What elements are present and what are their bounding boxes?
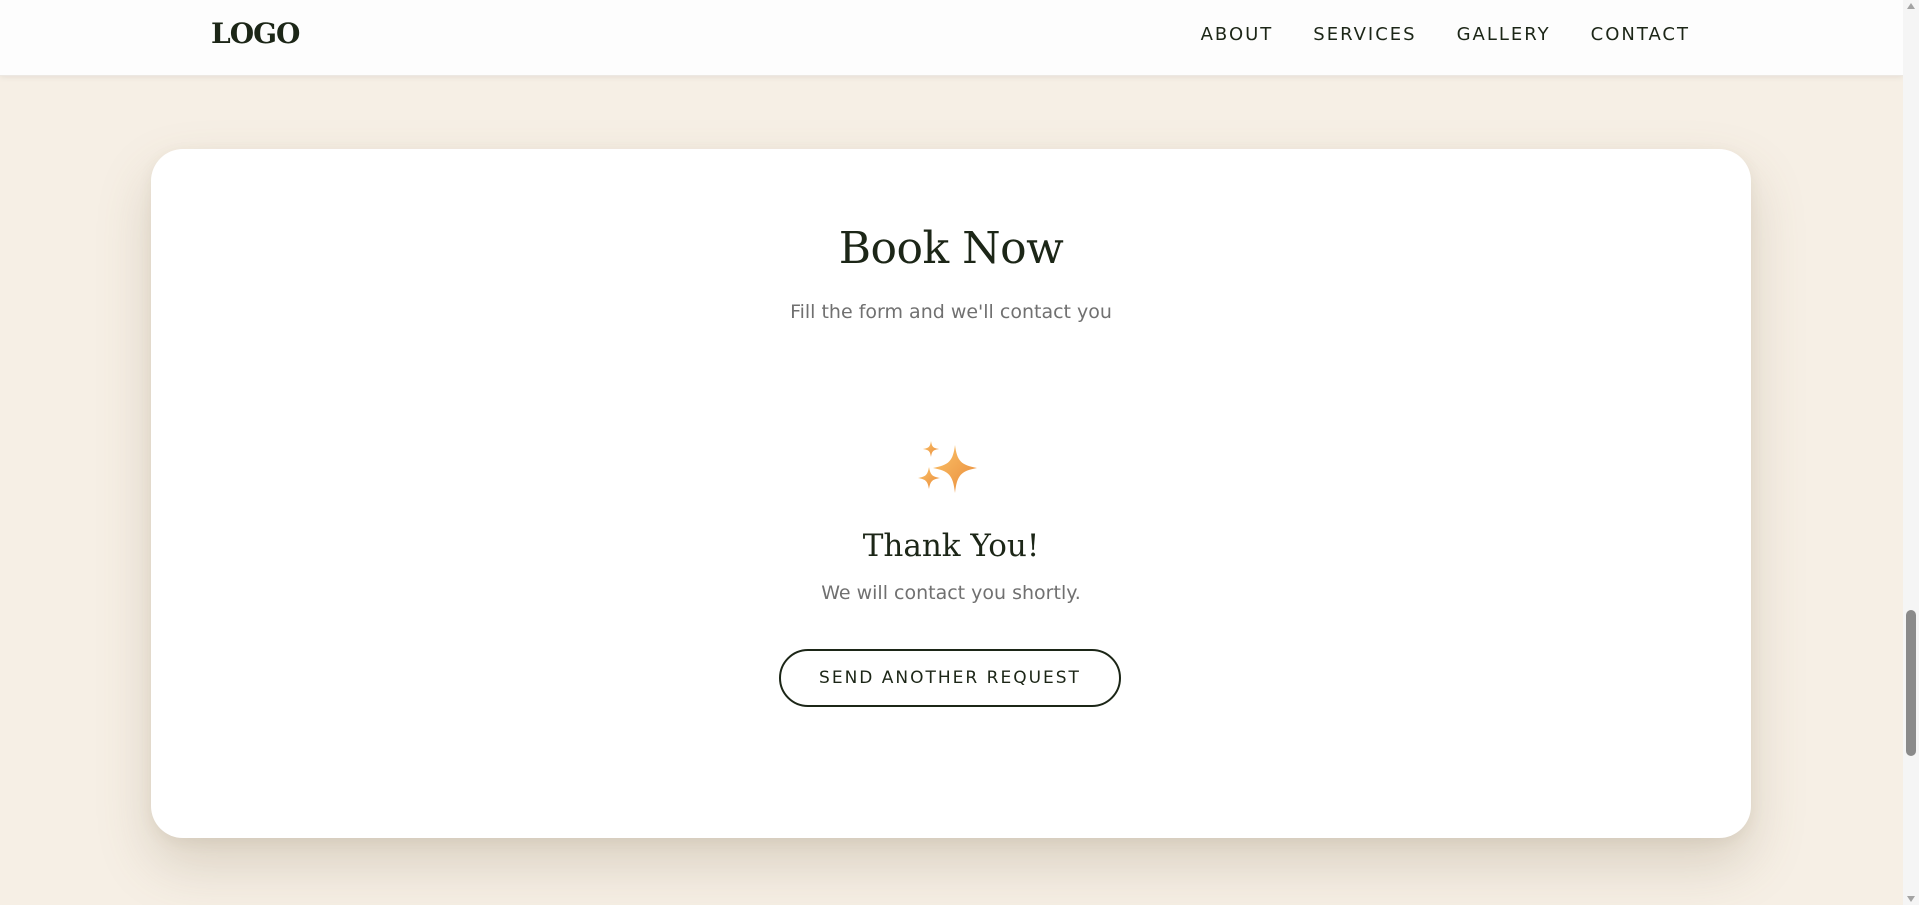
booking-card: Book Now Fill the form and we'll contact…	[151, 149, 1751, 838]
success-title: Thank You!	[862, 528, 1040, 564]
booking-subtitle: Fill the form and we'll contact you	[790, 301, 1112, 323]
nav-link-contact[interactable]: CONTACT	[1591, 24, 1690, 45]
main-nav: ABOUT SERVICES GALLERY CONTACT	[1201, 24, 1690, 45]
scroll-up-arrow-icon[interactable]	[1907, 3, 1915, 9]
site-header: LOGO ABOUT SERVICES GALLERY CONTACT	[0, 0, 1903, 76]
page-scrollbar[interactable]	[1903, 0, 1919, 905]
sparkles-icon	[917, 437, 983, 503]
send-another-request-button[interactable]: SEND ANOTHER REQUEST	[779, 649, 1121, 707]
scrollbar-thumb[interactable]	[1906, 610, 1916, 756]
success-message: We will contact you shortly.	[821, 582, 1081, 604]
scroll-down-arrow-icon[interactable]	[1907, 896, 1915, 902]
logo[interactable]: LOGO	[211, 17, 300, 50]
nav-link-about[interactable]: ABOUT	[1201, 24, 1274, 45]
nav-link-services[interactable]: SERVICES	[1313, 24, 1416, 45]
booking-title: Book Now	[838, 223, 1064, 274]
nav-link-gallery[interactable]: GALLERY	[1457, 24, 1551, 45]
